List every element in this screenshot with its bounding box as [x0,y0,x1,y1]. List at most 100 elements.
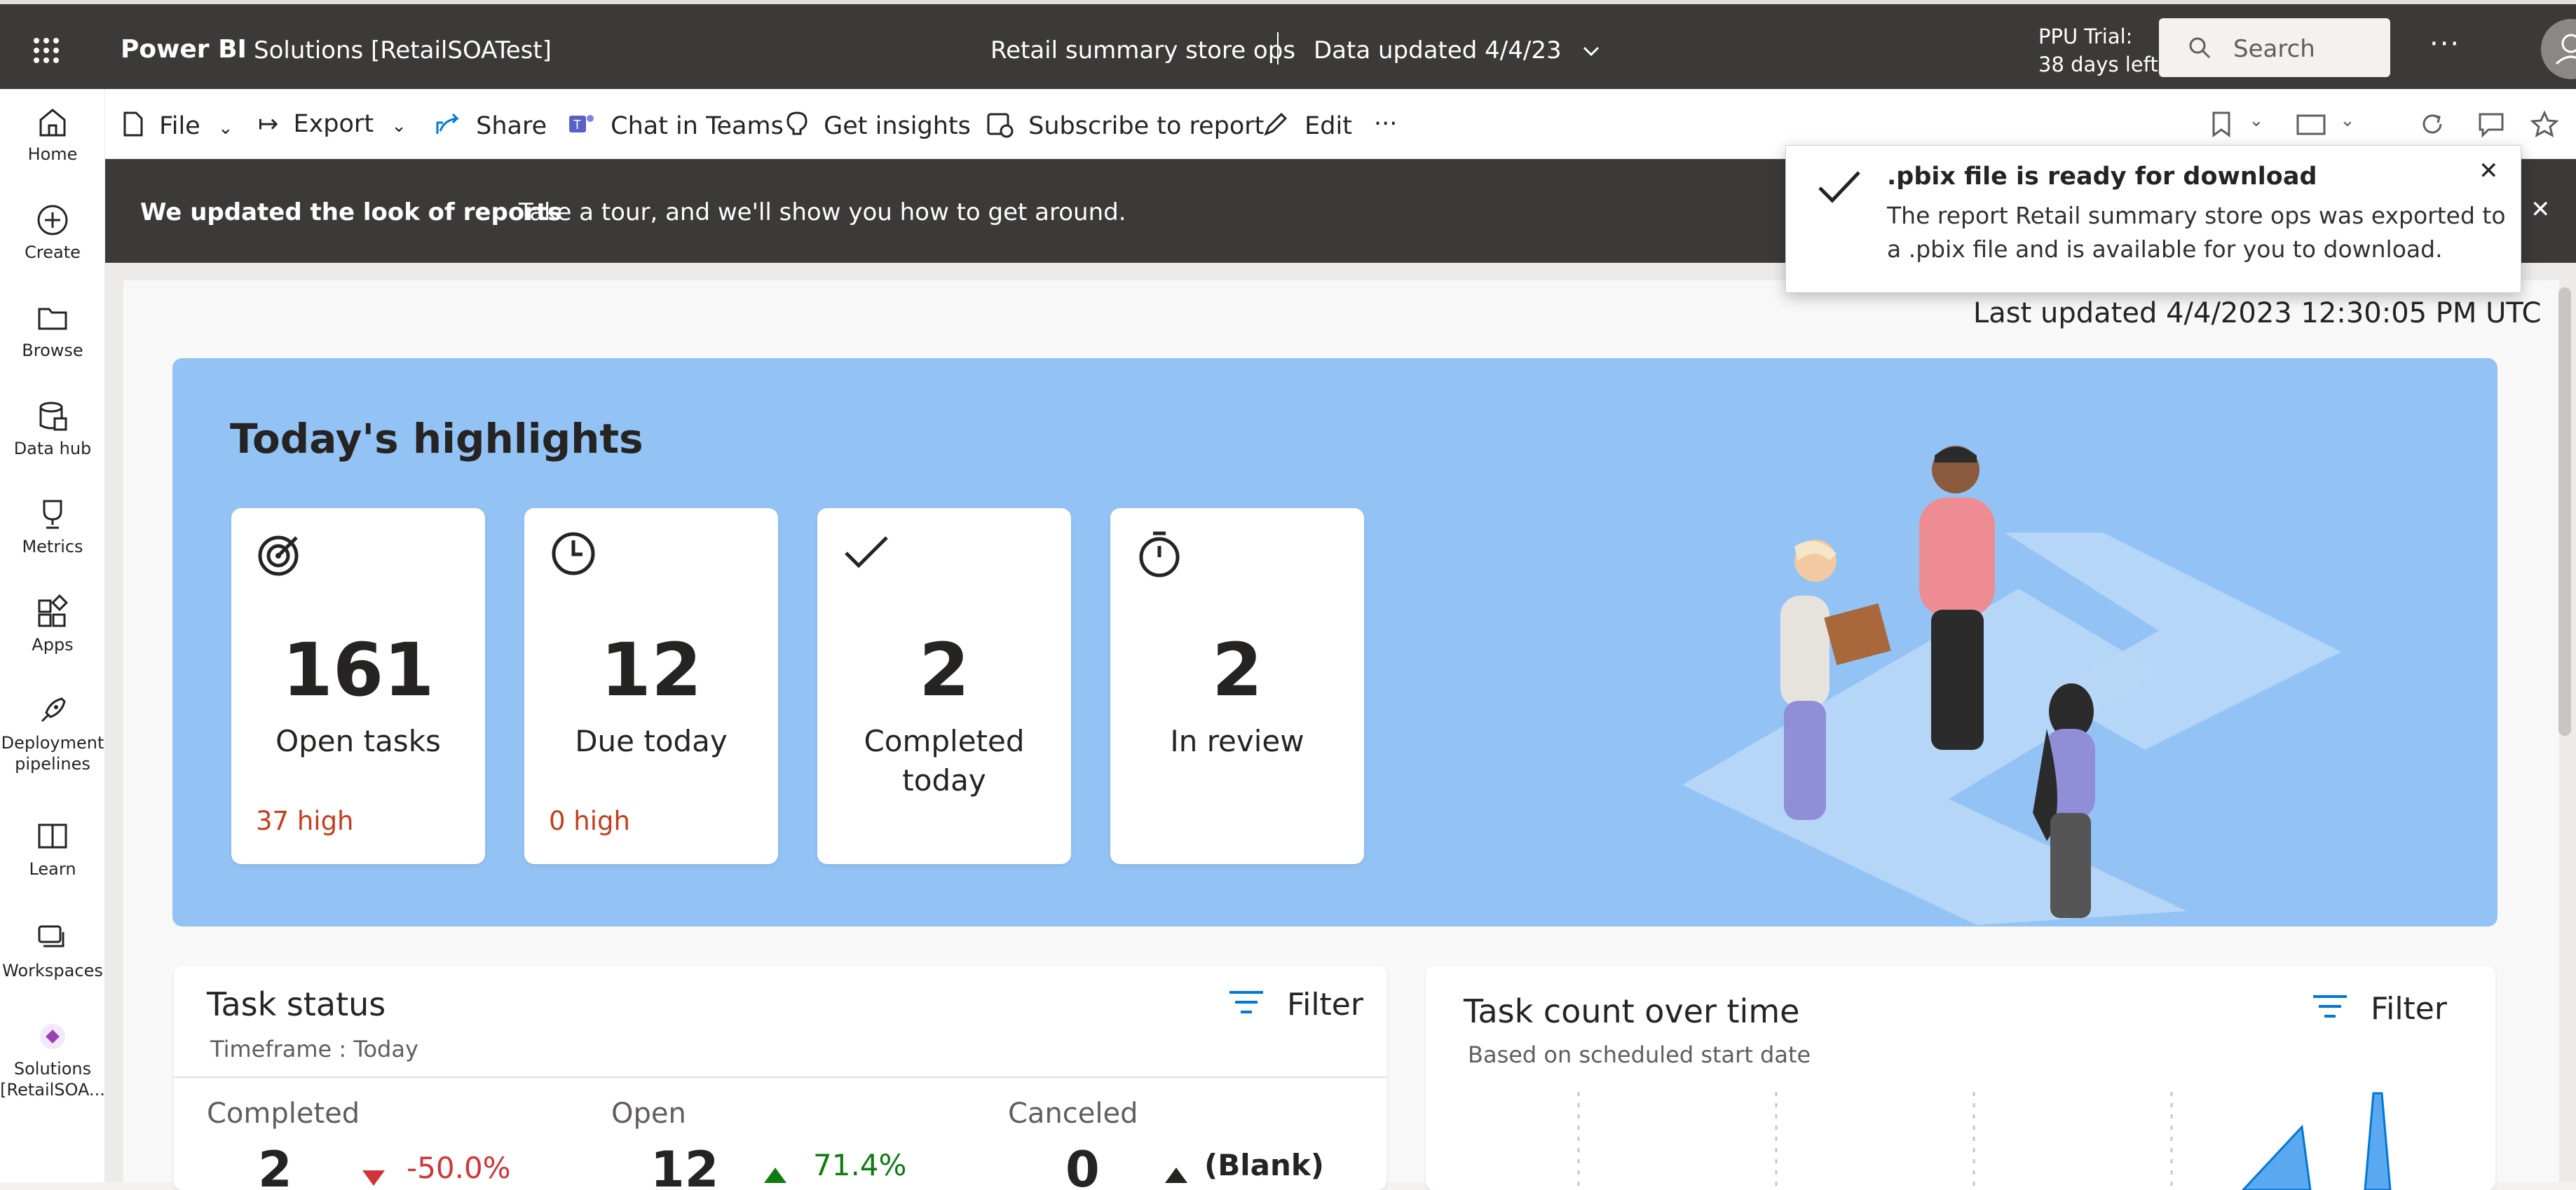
filter-label: Filter [2371,991,2447,1027]
card-due-today[interactable]: 12 Due today 0 high [524,508,778,864]
edit-button[interactable]: Edit [1262,110,1352,140]
task-count-chart [1577,1092,2392,1190]
search-input[interactable]: Search [2233,35,2315,63]
nav-label-solutions: Solutions [13,1059,92,1079]
due-today-high: 0 high [549,806,630,836]
trial-line-1: PPU Trial: [2038,25,2133,48]
plus-circle-icon [37,205,68,235]
file-label: File [159,112,200,140]
view-icon[interactable] [2295,110,2327,144]
nav-item-solutions[interactable]: Solutions [RetailSOA... [0,1018,105,1100]
nav-item-browse[interactable]: Browse [0,299,105,361]
completed-label-line2: today [902,763,986,798]
card-completed-today[interactable]: 2 Completed today [817,508,1071,864]
chevron-down-icon[interactable]: ⌄ [2249,110,2264,131]
trial-line-2: 38 days left [2038,53,2158,76]
database-icon [39,402,67,431]
nav-item-apps[interactable]: Apps [0,594,105,655]
title-divider [1277,32,1279,64]
teams-icon: T [569,115,594,132]
book-icon [38,823,67,849]
search-icon [2189,37,2211,59]
chat-label: Chat in Teams [611,112,784,140]
checkmark-icon [845,536,888,568]
nav-item-metrics[interactable]: Metrics [0,495,105,557]
insights-label: Get insights [824,112,971,140]
comment-icon[interactable] [2477,110,2505,144]
stopwatch-icon [1139,531,1180,577]
report-scrollbar[interactable] [2558,287,2571,736]
favorite-icon[interactable] [2530,110,2559,144]
edit-label: Edit [1304,112,1352,140]
nav-label-data-hub: Data hub [13,439,92,458]
card-in-review[interactable]: 2 In review [1110,508,1364,864]
app-launcher-icon[interactable] [34,38,59,63]
nav-label-browse: Browse [22,341,83,360]
apps-icon [38,594,69,627]
task-count-filter-button[interactable]: Filter [2310,991,2447,1027]
pencil-icon [1264,112,1288,136]
share-button[interactable]: Share [433,110,547,140]
more-options-icon[interactable]: ··· [2430,28,2460,60]
share-label: Share [476,112,547,140]
chat-in-teams-button[interactable]: T Chat in Teams [566,110,784,140]
nav-label-home: Home [27,144,78,164]
home-icon [39,109,66,137]
export-menu[interactable]: ↦ Export ⌄ [258,110,407,138]
banner-bold-text: We updated the look of reports [140,198,562,226]
banner-close-icon[interactable]: ✕ [2530,196,2551,224]
file-menu[interactable]: File ⌄ [121,110,233,140]
nav-item-deployment-pipelines[interactable]: Deployment pipelines [0,692,105,774]
completed-today-label: Completed today [817,722,1071,800]
nav-label-create: Create [25,242,81,262]
banner-text[interactable]: Take a tour, and we'll show you how to g… [519,198,1126,226]
file-icon [123,111,143,137]
completed-today-value: 2 [918,627,970,713]
folder-icon [38,308,67,330]
target-icon [258,535,299,576]
subscribe-button[interactable]: Subscribe to report [986,110,1264,140]
highlights-title: Today's highlights [230,415,643,463]
open-tasks-value: 161 [282,627,435,713]
search-box[interactable]: Search [2159,18,2390,77]
filter-label: Filter [1287,987,1363,1023]
toast-title: .pbix file is ready for download [1887,163,2317,191]
toast-close-icon[interactable]: ✕ [2479,157,2499,185]
task-status-filter-button[interactable]: Filter [1227,987,1363,1023]
trial-status[interactable]: PPU Trial: 38 days left [2038,22,2158,78]
nav-label-metrics: Metrics [22,537,83,556]
bookmark-icon[interactable] [2211,110,2232,144]
highlights-illustration [1682,446,2341,925]
nav-label-deployment: Deployment [1,733,104,753]
clock-icon [552,532,595,575]
open-status-delta: 71.4% [813,1148,907,1182]
card-open-tasks[interactable]: 161 Open tasks 37 high [231,508,485,864]
data-updated-dropdown[interactable]: Data updated 4/4/23 [1314,36,1601,64]
open-tasks-high: 37 high [256,806,354,836]
get-insights-button[interactable]: Get insights [785,110,971,140]
chevron-down-icon [1583,46,1600,57]
workspace-breadcrumb[interactable]: Solutions [RetailSOATest] [254,36,552,64]
in-review-value: 2 [1211,627,1263,713]
workspaces-icon [38,925,64,948]
nav-item-create[interactable]: Create [0,201,105,263]
nav-item-home[interactable]: Home [0,103,105,165]
brand-name[interactable]: Power BI [121,35,247,64]
toolbar-more-button[interactable]: ··· [1374,110,1397,138]
task-count-subtitle: Based on scheduled start date [1468,1041,1811,1068]
chevron-down-icon[interactable]: ⌄ [2340,110,2355,131]
nav-item-learn[interactable]: Learn [0,818,105,880]
refresh-icon[interactable] [2418,110,2446,144]
open-tasks-label: Open tasks [275,724,441,758]
chevron-down-icon: ⌄ [217,118,233,139]
nav-item-workspaces[interactable]: Workspaces [0,919,105,981]
filter-icon [1229,991,1263,1013]
due-today-label: Due today [575,724,728,758]
nav-item-data-hub[interactable]: Data hub [0,397,105,459]
nav-label-apps: Apps [32,635,74,655]
avatar[interactable] [2541,19,2576,79]
completed-status-label: Completed [207,1097,360,1130]
task-count-panel: Task count over time Based on scheduled … [1426,966,2495,1190]
chevron-down-icon: ⌄ [391,116,407,137]
canceled-status-label: Canceled [1008,1097,1138,1130]
